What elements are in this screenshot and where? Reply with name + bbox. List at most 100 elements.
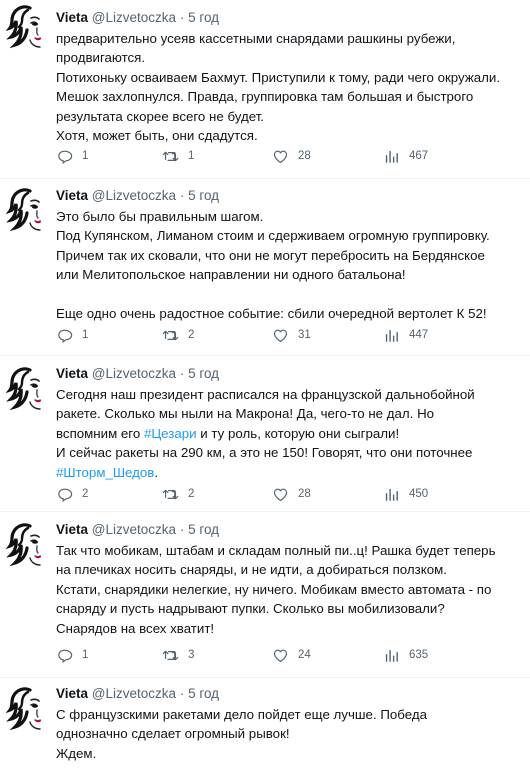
retweet-count: 2	[188, 488, 195, 500]
tweet-line: #Шторм_Шедов.	[56, 463, 526, 482]
tweet-header: Vieta @Lizvetoczka · 5 год	[56, 521, 219, 539]
author-name[interactable]: Vieta	[56, 188, 88, 203]
views-icon	[383, 148, 400, 165]
like-icon	[272, 148, 289, 165]
views-count: 447	[409, 329, 429, 341]
tweet-line: Еще одно очень радостное событие: сбили …	[56, 306, 487, 322]
author-handle[interactable]: @Lizvetoczka	[92, 686, 176, 701]
tweet-text-fragment: .	[154, 464, 159, 480]
tweet-time[interactable]: 5 год	[188, 10, 219, 25]
hashtag-link[interactable]: #Шторм_Шедов	[56, 465, 154, 480]
tweet-line: результата скорее всего не будет.	[56, 108, 265, 124]
reply-icon	[56, 148, 73, 165]
tweet-3[interactable]: Vieta @Lizvetoczka · 5 год Сегодня наш п…	[0, 356, 530, 511]
tweet-text: С французскими ракетами дело пойдет еще …	[56, 705, 526, 763]
views-icon	[383, 486, 400, 503]
action-bar: 1 3 24 635	[56, 645, 516, 665]
like-icon	[272, 327, 289, 344]
separator-dot: ·	[179, 188, 185, 203]
tweet-2[interactable]: Vieta @Lizvetoczka · 5 год Это было бы п…	[0, 179, 530, 355]
like-button[interactable]: 31	[272, 325, 311, 345]
avatar-icon[interactable]	[6, 520, 50, 570]
tweet-time[interactable]: 5 год	[188, 522, 219, 537]
reply-count: 2	[82, 488, 89, 500]
tweet-line: предварительно усеяв кассетными снарядам…	[56, 31, 456, 46]
tweet-text: Так что мобикам, штабам и складам полный…	[56, 541, 526, 638]
author-name[interactable]: Vieta	[56, 366, 88, 381]
separator-dot: ·	[179, 366, 185, 381]
tweet-line: Ждем.	[56, 745, 97, 761]
avatar-icon[interactable]	[6, 364, 50, 414]
retweet-icon	[162, 327, 179, 344]
retweet-button[interactable]: 2	[162, 325, 194, 345]
tweet-line: С французскими ракетами дело пойдет еще …	[56, 707, 428, 722]
reply-button[interactable]: 1	[56, 146, 88, 166]
action-bar: 1 1 28 467	[56, 146, 516, 166]
author-name[interactable]: Vieta	[56, 10, 88, 25]
tweet-text-fragment: и ту роль, которую они сыграли!	[196, 425, 400, 441]
like-count: 28	[298, 488, 311, 500]
tweet-text: предварительно усеяв кассетными снарядам…	[56, 29, 526, 145]
retweet-button[interactable]: 3	[162, 645, 194, 665]
views-button[interactable]: 635	[383, 645, 428, 665]
tweet-time[interactable]: 5 год	[188, 686, 219, 701]
views-count: 635	[409, 649, 429, 661]
author-handle[interactable]: @Lizvetoczka	[92, 10, 176, 25]
tweet-line: или Мелитопольское направлении ни одного…	[56, 267, 406, 283]
avatar-icon[interactable]	[6, 2, 50, 52]
retweet-icon	[162, 148, 179, 165]
avatar-icon[interactable]	[6, 185, 50, 235]
tweet-1[interactable]: Vieta @Lizvetoczka · 5 год предварительн…	[0, 0, 530, 178]
views-count: 450	[409, 488, 429, 500]
reply-icon	[56, 486, 73, 503]
tweet-time[interactable]: 5 год	[188, 188, 219, 203]
author-name[interactable]: Vieta	[56, 522, 88, 537]
tweet-line: продвигаются.	[56, 50, 146, 66]
like-button[interactable]: 24	[272, 645, 311, 665]
tweet-header: Vieta @Lizvetoczka · 5 год	[56, 365, 219, 383]
tweet-header: Vieta @Lizvetoczka · 5 год	[56, 187, 219, 205]
author-handle[interactable]: @Lizvetoczka	[92, 522, 176, 537]
reply-button[interactable]: 1	[56, 325, 88, 345]
avatar-icon[interactable]	[6, 684, 50, 734]
tweet-line: однозначно сделает огромный рывок!	[56, 726, 290, 742]
author-handle[interactable]: @Lizvetoczka	[92, 188, 176, 203]
tweet-line: Так что мобикам, штабам и складам полный…	[56, 543, 496, 558]
action-bar: 1 2 31 447	[56, 325, 516, 345]
reply-count: 1	[82, 150, 89, 162]
tweet-line: вспомним его #Цезари и ту роль, которую …	[56, 424, 526, 443]
like-count: 24	[298, 649, 311, 661]
views-button[interactable]: 447	[383, 325, 428, 345]
retweet-count: 2	[188, 329, 195, 341]
retweet-button[interactable]: 1	[162, 146, 194, 166]
tweet-text: Это было бы правильным шагом. Под Купянс…	[56, 207, 526, 323]
retweet-icon	[162, 647, 179, 664]
author-handle[interactable]: @Lizvetoczka	[92, 366, 176, 381]
tweet-5[interactable]: Vieta @Lizvetoczka · 5 год С французским…	[0, 678, 530, 769]
tweet-line: Сегодня наш президент расписался на фран…	[56, 387, 475, 402]
tweet-line: Причем так их сковали, что они не могут …	[56, 247, 485, 263]
reply-button[interactable]: 1	[56, 645, 88, 665]
views-icon	[383, 327, 400, 344]
tweet-line: Это было бы правильным шагом.	[56, 209, 264, 224]
views-button[interactable]: 467	[383, 146, 428, 166]
tweet-line	[56, 285, 526, 304]
tweet-4[interactable]: Vieta @Lizvetoczka · 5 год Так что мобик…	[0, 512, 530, 677]
tweet-time[interactable]: 5 год	[188, 366, 219, 381]
separator-dot: ·	[179, 686, 185, 701]
like-button[interactable]: 28	[272, 146, 311, 166]
views-button[interactable]: 450	[383, 484, 428, 504]
like-button[interactable]: 28	[272, 484, 311, 504]
like-icon	[272, 486, 289, 503]
tweet-line: Потихоньку осваиваем Бахмут. Приступили …	[56, 69, 501, 85]
tweet-header: Vieta @Lizvetoczka · 5 год	[56, 9, 219, 27]
tweet-header: Vieta @Lizvetoczka · 5 год	[56, 685, 219, 703]
retweet-button[interactable]: 2	[162, 484, 194, 504]
reply-button[interactable]: 2	[56, 484, 88, 504]
reply-icon	[56, 647, 73, 664]
author-name[interactable]: Vieta	[56, 686, 88, 701]
tweet-line: на плечиках носить снаряды, и не идти, а…	[56, 562, 447, 578]
retweet-count: 1	[188, 150, 195, 162]
like-count: 28	[298, 150, 311, 162]
hashtag-link[interactable]: #Цезари	[144, 426, 197, 441]
